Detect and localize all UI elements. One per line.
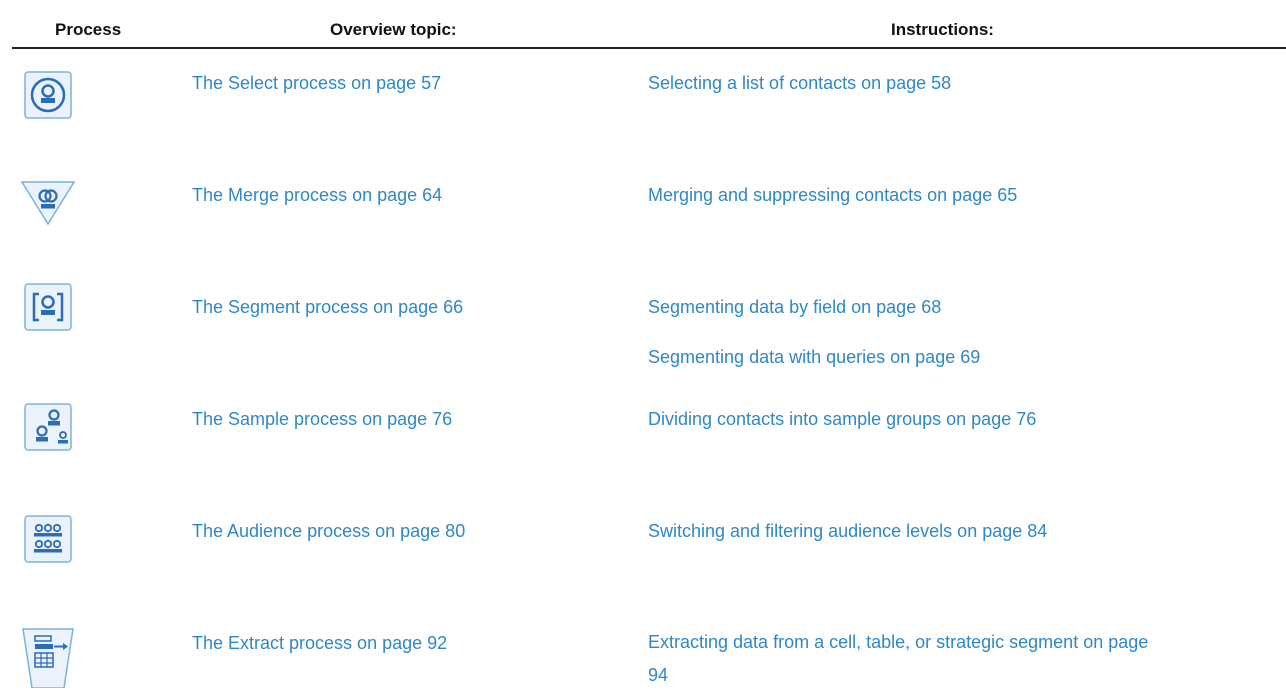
header-overview-topic: Overview topic: [330, 20, 457, 39]
instruction-link-sample[interactable]: Dividing contacts into sample groups on … [648, 409, 1036, 430]
header-instructions: Instructions: [891, 20, 994, 39]
overview-link-select[interactable]: The Select process on page 57 [192, 73, 441, 94]
instruction-link-extract[interactable]: Extracting data from a cell, table, or s… [648, 626, 1168, 692]
overview-link-audience[interactable]: The Audience process on page 80 [192, 521, 465, 542]
instruction-link-segment-field[interactable]: Segmenting data by field on page 68 [648, 297, 941, 318]
header-process: Process [55, 20, 122, 39]
overview-link-segment[interactable]: The Segment process on page 66 [192, 297, 463, 318]
overview-link-sample[interactable]: The Sample process on page 76 [192, 409, 452, 430]
instruction-link-select[interactable]: Selecting a list of contacts on page 58 [648, 73, 951, 94]
instruction-link-audience[interactable]: Switching and filtering audience levels … [648, 521, 1047, 542]
sample-process-icon [24, 403, 72, 451]
select-process-icon [24, 71, 72, 119]
header-divider [12, 47, 1286, 49]
audience-process-icon [24, 515, 72, 563]
segment-process-icon [24, 283, 72, 331]
instruction-link-segment-queries[interactable]: Segmenting data with queries on page 69 [648, 347, 980, 368]
overview-link-merge[interactable]: The Merge process on page 64 [192, 185, 442, 206]
overview-link-extract[interactable]: The Extract process on page 92 [192, 633, 447, 654]
extract-process-icon [22, 628, 74, 688]
merge-process-icon [20, 170, 76, 226]
instruction-link-merge[interactable]: Merging and suppressing contacts on page… [648, 185, 1017, 206]
